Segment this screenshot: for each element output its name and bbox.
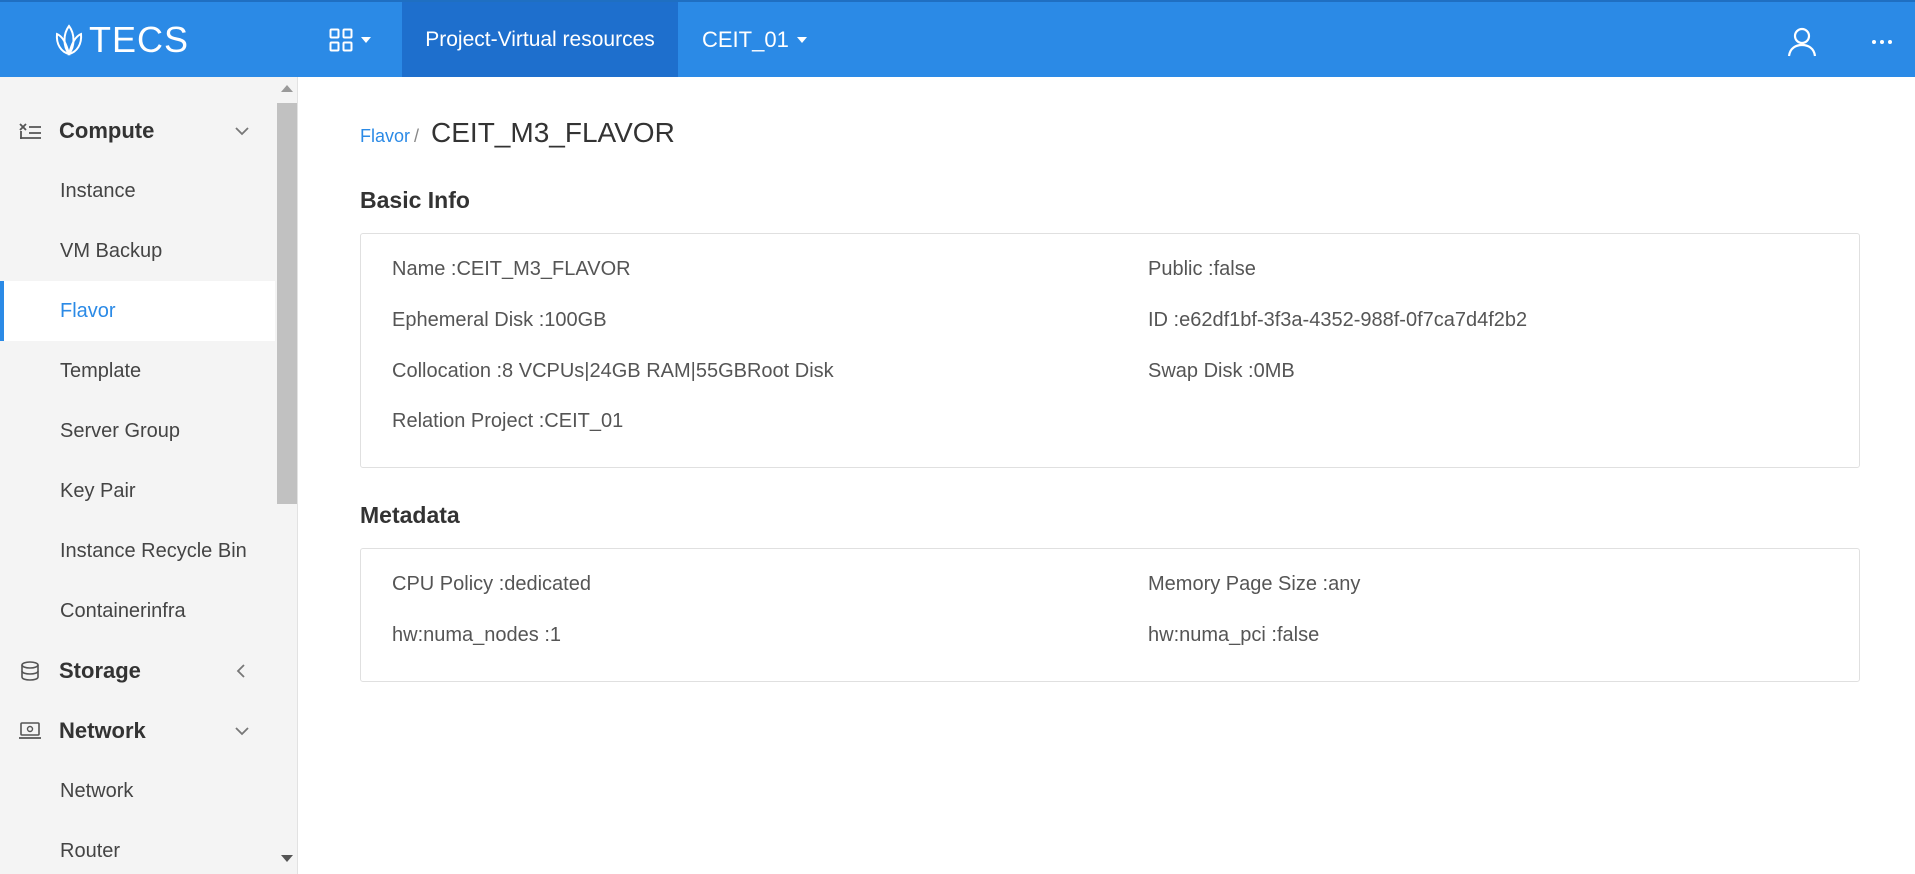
field-relation-project: Relation Project :CEIT_01 xyxy=(392,410,624,432)
chevron-left-icon xyxy=(236,664,245,678)
sidebar-group-label: Compute xyxy=(59,118,155,143)
main-content: Flavor / CEIT_M3_FLAVOR Basic Info Name … xyxy=(298,77,1915,874)
nav-project-virtual-resources[interactable]: Project-Virtual resources xyxy=(402,2,678,77)
sidebar-group-compute[interactable]: Compute xyxy=(0,102,275,160)
sidebar-item-template[interactable]: Template xyxy=(0,341,275,401)
sidebar-group-label: Storage xyxy=(59,658,141,683)
metadata-panel: CPU Policy :dedicated hw:numa_nodes :1 M… xyxy=(360,548,1860,682)
sidebar-item-label: Instance Recycle Bin xyxy=(60,539,247,562)
chevron-down-icon xyxy=(235,127,249,136)
sidebar-item-label: Server Group xyxy=(60,419,181,442)
sidebar-item-label: Template xyxy=(60,359,142,382)
sidebar-item-router[interactable]: Router xyxy=(0,821,275,874)
sidebar-scrollbar-thumb[interactable] xyxy=(277,103,297,504)
field-id: ID :e62df1bf-3f3a-4352-988f-0f7ca7d4f2b2 xyxy=(1148,309,1528,331)
user-icon xyxy=(1787,27,1817,57)
sidebar-item-label: Instance xyxy=(60,179,136,202)
project-selector[interactable]: CEIT_01 xyxy=(702,2,807,77)
sidebar-item-label: Flavor xyxy=(60,299,116,322)
field-numa-nodes: hw:numa_nodes :1 xyxy=(392,624,562,646)
field-public: Public :false xyxy=(1148,258,1256,280)
breadcrumb: Flavor / CEIT_M3_FLAVOR xyxy=(360,117,675,149)
sidebar-item-network[interactable]: Network xyxy=(0,761,275,821)
sidebar-item-label: Network xyxy=(60,779,134,802)
compute-icon xyxy=(19,123,41,139)
database-icon xyxy=(21,661,39,681)
page-title: CEIT_M3_FLAVOR xyxy=(431,117,675,148)
breadcrumb-link-flavor[interactable]: Flavor xyxy=(360,126,410,147)
lotus-logo-icon xyxy=(55,24,83,56)
apps-menu-button[interactable] xyxy=(318,2,382,77)
basic-info-title: Basic Info xyxy=(360,187,470,213)
field-ephemeral-disk: Ephemeral Disk :100GB xyxy=(392,309,607,331)
project-selector-label: CEIT_01 xyxy=(702,26,789,52)
scroll-up-arrow-icon[interactable] xyxy=(281,85,293,92)
sidebar-group-network[interactable]: Network xyxy=(0,702,275,760)
field-memory-page-size: Memory Page Size :any xyxy=(1148,573,1361,595)
app-logo[interactable]: TECS xyxy=(52,19,190,60)
nav-active-label: Project-Virtual resources xyxy=(425,27,655,51)
breadcrumb-separator: / xyxy=(414,126,420,146)
sidebar-item-vm-backup[interactable]: VM Backup xyxy=(0,221,275,281)
top-navbar: TECS Project-Virtual resources CEIT_01 xyxy=(0,0,1915,77)
sidebar: Compute Instance VM Backup Flavor Templa… xyxy=(0,77,298,874)
caret-down-icon xyxy=(796,36,807,43)
sidebar-item-containerinfra[interactable]: Containerinfra xyxy=(0,581,275,641)
field-name: Name :CEIT_M3_FLAVOR xyxy=(392,258,631,280)
sidebar-item-label: VM Backup xyxy=(60,239,163,262)
apps-grid-icon xyxy=(329,28,353,51)
sidebar-item-instance[interactable]: Instance xyxy=(0,161,275,221)
field-swap-disk: Swap Disk :0MB xyxy=(1148,360,1295,382)
caret-down-icon xyxy=(361,36,371,43)
field-cpu-policy: CPU Policy :dedicated xyxy=(392,573,591,595)
sidebar-item-instance-recycle-bin[interactable]: Instance Recycle Bin xyxy=(0,521,275,581)
sidebar-item-label: Key Pair xyxy=(60,479,136,502)
sidebar-item-key-pair[interactable]: Key Pair xyxy=(0,461,275,521)
more-menu-button[interactable] xyxy=(1864,24,1900,60)
field-numa-pci: hw:numa_pci :false xyxy=(1148,624,1320,646)
chevron-down-icon xyxy=(235,727,249,736)
scroll-down-arrow-icon[interactable] xyxy=(281,855,293,862)
sidebar-item-flavor[interactable]: Flavor xyxy=(0,281,275,341)
sidebar-item-label: Router xyxy=(60,839,121,862)
more-icon xyxy=(1870,40,1894,44)
metadata-title: Metadata xyxy=(360,502,460,528)
network-icon xyxy=(19,722,41,739)
sidebar-item-server-group[interactable]: Server Group xyxy=(0,401,275,461)
logo-text: TECS xyxy=(89,19,190,60)
sidebar-group-label: Network xyxy=(59,718,146,743)
basic-info-panel: Name :CEIT_M3_FLAVOR Ephemeral Disk :100… xyxy=(360,233,1860,468)
sidebar-group-storage[interactable]: Storage xyxy=(0,642,275,700)
sidebar-item-label: Containerinfra xyxy=(60,599,186,622)
field-collocation: Collocation :8 VCPUs|24GB RAM|55GBRoot D… xyxy=(392,360,834,382)
user-menu-button[interactable] xyxy=(1784,24,1820,60)
